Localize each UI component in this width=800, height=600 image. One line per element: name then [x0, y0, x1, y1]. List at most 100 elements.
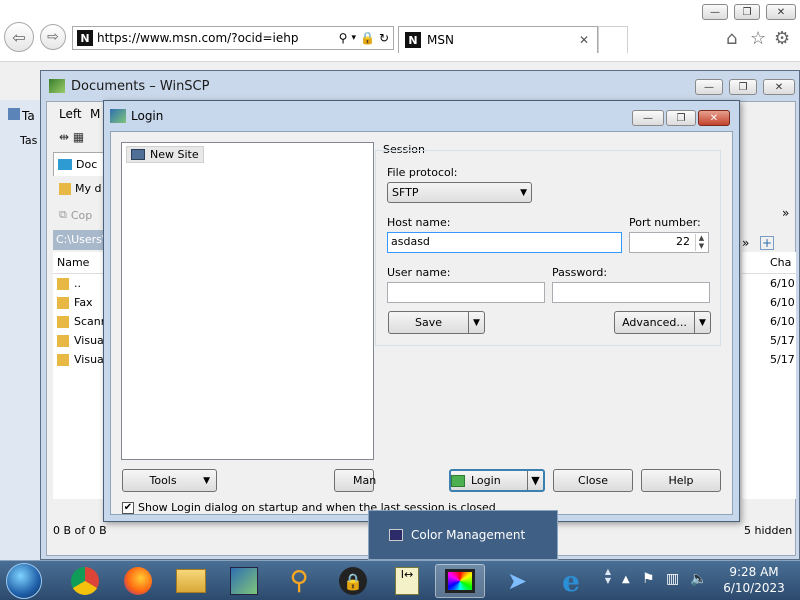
search-icon[interactable]: ⚲ — [339, 31, 348, 45]
address-text[interactable]: https://www.msn.com/?ocid=iehp — [97, 31, 339, 45]
clock-time: 9:28 AM — [729, 565, 779, 579]
folder-icon — [176, 569, 206, 593]
tree-item-new-site[interactable]: New Site — [126, 146, 204, 163]
host-name-input[interactable]: asdasd — [387, 232, 622, 253]
list-item-date: 5/17 — [770, 353, 795, 366]
taskbar-scroll[interactable]: ▲ ▼ — [603, 567, 613, 595]
back-button[interactable]: ⇦ — [4, 22, 34, 52]
list-item[interactable]: Visua — [53, 331, 108, 350]
toolbar-more-icon[interactable]: » — [782, 206, 789, 220]
refresh-icon[interactable]: ↻ — [379, 31, 389, 45]
taskbar-search-tool[interactable]: ⚲ — [274, 564, 324, 598]
network-icon — [230, 567, 258, 595]
browser-restore-button[interactable]: ❐ — [734, 4, 760, 20]
folder-icon — [57, 334, 69, 347]
tab-close-icon[interactable]: ✕ — [579, 33, 589, 47]
list-item[interactable]: .. — [53, 274, 108, 293]
user-name-input[interactable] — [387, 282, 545, 303]
login-minimize-button[interactable]: — — [632, 110, 664, 126]
start-orb-icon[interactable] — [6, 563, 42, 599]
list-item-date: 6/10 — [770, 277, 795, 290]
column-name[interactable]: Name — [53, 252, 108, 274]
address-bar[interactable]: N https://www.msn.com/?ocid=iehp ⚲ ▾ 🔒 ↻ — [72, 26, 394, 50]
winscp-titlebar: Documents – WinSCP — [41, 71, 799, 101]
background-window-title: Ta — [8, 108, 35, 123]
editor-icon: I↔ — [395, 567, 419, 595]
ie-icon: e — [562, 564, 580, 598]
file-list: .. Fax Scann Visua Visua — [53, 274, 108, 499]
menu-m[interactable]: M — [90, 107, 100, 121]
new-tab-button[interactable] — [598, 26, 628, 53]
login-button[interactable]: Login ▼ — [449, 469, 545, 492]
toolbar-more-icon-2[interactable]: » — [742, 236, 749, 250]
lock-icon[interactable]: 🔒 — [360, 31, 375, 45]
login-dropdown-icon[interactable]: ▼ — [527, 471, 543, 490]
copy-icon: ⧉ — [59, 208, 67, 221]
clock[interactable]: 9:28 AM 6/10/2023 — [712, 564, 796, 596]
list-item[interactable]: Fax — [53, 293, 108, 312]
advanced-button[interactable]: Advanced... ▼ — [614, 311, 711, 334]
login-restore-button[interactable]: ❐ — [666, 110, 696, 126]
file-protocol-label: File protocol: — [387, 166, 458, 179]
winscp-minimize-button[interactable]: — — [695, 79, 723, 95]
menu-left[interactable]: Left — [59, 107, 82, 121]
settings-gear-icon[interactable]: ⚙ — [774, 28, 790, 49]
action-center-icon[interactable]: ⚑ — [642, 571, 655, 587]
changed-list: 6/10 6/10 6/10 5/17 5/17 — [742, 274, 796, 499]
login-app-icon — [110, 109, 126, 123]
browser-minimize-button[interactable]: — — [702, 4, 728, 20]
port-spinner[interactable]: ▲ ▼ — [695, 234, 707, 251]
show-hidden-icons[interactable]: ▲ — [622, 574, 630, 585]
taskbar-firefox[interactable] — [113, 564, 163, 598]
msn-tab-favicon-icon: N — [405, 32, 421, 48]
taskbar-chrome[interactable] — [60, 564, 110, 598]
toolbar-icons[interactable]: ⇹ ▦ — [59, 130, 84, 144]
show-dialog-checkbox[interactable]: ✔ — [122, 501, 134, 514]
site-tree[interactable]: New Site — [121, 142, 374, 460]
password-input[interactable] — [552, 282, 710, 303]
advanced-dropdown-icon[interactable]: ▼ — [694, 312, 710, 333]
taskbar-color-management[interactable] — [435, 564, 485, 598]
paper-plane-icon: ➤ — [506, 567, 528, 595]
tab-documents[interactable]: Doc — [53, 152, 108, 176]
taskbar-network-tool[interactable] — [219, 564, 269, 598]
file-protocol-select[interactable]: SFTP ▼ — [387, 182, 532, 203]
list-item[interactable]: Scann — [53, 312, 108, 331]
taskbar-file-explorer[interactable] — [166, 564, 216, 598]
background-tab[interactable]: Tas — [20, 134, 37, 147]
volume-muted-icon[interactable]: 🔈 — [690, 571, 707, 587]
forward-button[interactable]: ⇨ — [40, 24, 66, 50]
favorites-star-icon[interactable]: ☆ — [750, 28, 766, 49]
path-combo[interactable]: My d — [59, 182, 101, 195]
add-icon[interactable]: + — [760, 236, 774, 250]
help-button[interactable]: Help — [641, 469, 721, 492]
home-icon[interactable]: ⌂ — [726, 28, 737, 49]
list-item[interactable]: Visua — [53, 350, 108, 369]
arrow-left-icon: ⇦ — [12, 27, 26, 47]
close-button[interactable]: Close — [553, 469, 633, 492]
network-tray-icon[interactable]: ▥ — [666, 571, 679, 587]
copy-button[interactable]: ⧉ Cop — [59, 208, 92, 222]
taskbar-editor-tool[interactable]: I↔ — [382, 564, 432, 598]
column-changed[interactable]: Cha — [742, 252, 796, 274]
browser-close-button[interactable]: ✕ — [766, 4, 796, 20]
tab-msn[interactable]: N MSN ✕ — [398, 26, 598, 53]
taskbar-internet-explorer[interactable]: e — [546, 564, 596, 598]
monitor-icon — [131, 149, 145, 160]
winscp-restore-button[interactable]: ❐ — [729, 79, 757, 95]
taskbar: ⚲ 🔒 I↔ ➤ e ▲ ▼ ▲ ⚑ ▥ 🔈 9:28 AM 6/10/2023 — [0, 560, 800, 600]
save-dropdown-icon[interactable]: ▼ — [468, 312, 484, 333]
clock-date: 6/10/2023 — [723, 581, 785, 595]
taskbar-vpn-tool[interactable]: ➤ — [492, 564, 542, 598]
dropdown-icon[interactable]: ▾ — [351, 33, 356, 43]
firefox-icon — [124, 567, 152, 595]
login-close-button[interactable]: ✕ — [698, 110, 730, 126]
save-button[interactable]: Save ▼ — [388, 311, 485, 334]
magnifier-icon: ⚲ — [289, 566, 309, 596]
winscp-close-button[interactable]: ✕ — [763, 79, 795, 95]
tools-button[interactable]: Tools ▼ — [122, 469, 217, 492]
manage-button[interactable]: Man — [334, 469, 376, 492]
taskbar-thumbnail-popup[interactable]: Color Management — [368, 510, 558, 560]
path-bar[interactable]: C:\Users\ — [53, 230, 108, 250]
taskbar-lock-tool[interactable]: 🔒 — [328, 564, 378, 598]
